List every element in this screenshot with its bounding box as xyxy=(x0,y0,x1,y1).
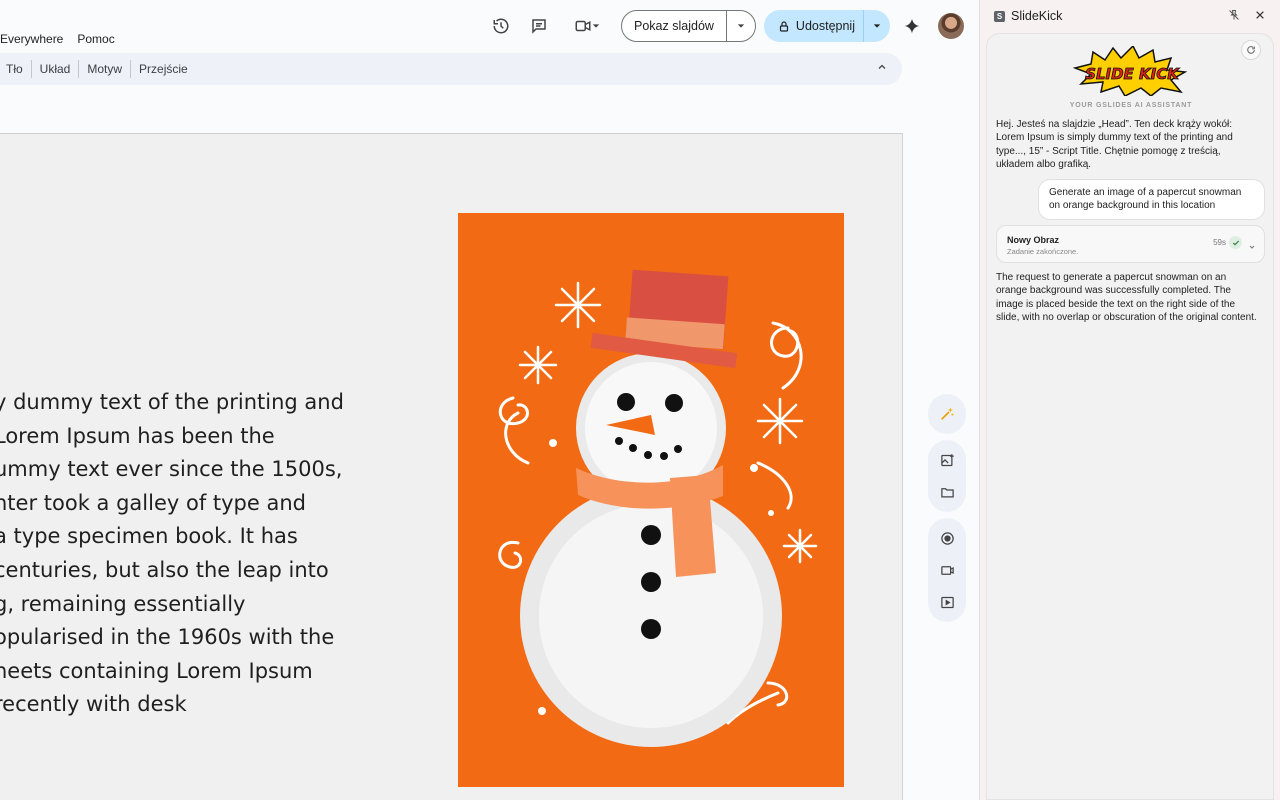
text-line: a type specimen book. It has xyxy=(0,524,298,549)
assistant-message: Hej. Jesteś na slajdzie „Head”. Ten deck… xyxy=(996,119,1233,171)
slide-body-text[interactable]: y dummy text of the printing and Lorem I… xyxy=(0,386,374,722)
play-icon xyxy=(940,596,954,608)
close-panel-button[interactable] xyxy=(1250,9,1270,23)
share-label: Udostępnij xyxy=(795,19,855,33)
camera-button[interactable] xyxy=(928,554,966,586)
brand-text: SLIDE KICK xyxy=(1085,65,1180,83)
text-line: recently with desk xyxy=(0,692,187,717)
text-line: centuries, but also the leap into xyxy=(0,557,329,582)
comment-icon xyxy=(532,19,546,34)
check-icon xyxy=(1229,236,1242,249)
rail-group-media xyxy=(928,518,966,622)
slides-app: Everywhere Pomoc Pokaz slajdów Udostępni… xyxy=(0,0,980,800)
add-image-button[interactable] xyxy=(928,444,966,476)
result-message: The request to generate a papercut snowm… xyxy=(996,272,1257,324)
add-image-icon xyxy=(940,453,954,466)
pin-off-icon xyxy=(1229,9,1239,20)
toolbar-background[interactable]: Tło xyxy=(0,60,31,78)
menu-item-everywhere[interactable]: Everywhere xyxy=(0,30,63,48)
camera-icon xyxy=(940,565,954,575)
snowman-illustration xyxy=(458,213,844,787)
gemini-button[interactable] xyxy=(896,10,928,42)
text-line: y dummy text of the printing and xyxy=(0,390,344,414)
header-actions: Pokaz slajdów Udostępnij xyxy=(485,10,980,42)
gemini-icon xyxy=(904,18,920,34)
refresh-button[interactable] xyxy=(1241,40,1261,60)
share-options-button[interactable] xyxy=(864,10,890,42)
avatar[interactable] xyxy=(938,13,964,39)
share-button[interactable]: Udostępnij xyxy=(764,10,864,42)
text-line: Lorem Ipsum has been the xyxy=(0,423,275,448)
meet-button[interactable] xyxy=(567,10,607,42)
toolbar-transition[interactable]: Przejście xyxy=(130,60,196,78)
chevron-down-icon xyxy=(1249,245,1255,249)
slideshow-options-button[interactable] xyxy=(727,11,755,41)
video-icon xyxy=(575,20,591,32)
chat-area: SLIDE KICK YOUR GSLIDES AI ASSISTANT Hej… xyxy=(986,33,1274,800)
slide-toolbar: Tło Układ Motyw Przejście xyxy=(0,53,902,85)
close-icon xyxy=(1256,11,1264,19)
text-line: g, remaining essentially xyxy=(0,591,246,616)
chevron-down-icon xyxy=(737,24,745,28)
comments-button[interactable] xyxy=(523,10,555,42)
chevron-down-icon xyxy=(592,24,600,28)
menu-bar: Everywhere Pomoc xyxy=(0,30,115,48)
canvas-area: y dummy text of the printing and Lorem I… xyxy=(0,95,980,800)
text-line: ummy text ever since the 1500s, xyxy=(0,457,343,482)
toolbar-layout[interactable]: Układ xyxy=(30,60,79,78)
side-rail xyxy=(928,394,966,628)
slideshow-button[interactable]: Pokaz slajdów xyxy=(622,11,727,41)
lock-icon xyxy=(779,20,789,32)
top-bar: Everywhere Pomoc Pokaz slajdów Udostępni… xyxy=(0,0,980,52)
history-button[interactable] xyxy=(485,10,517,42)
history-icon xyxy=(493,18,509,34)
task-card[interactable]: Nowy Obraz Zadanie zakończone. 59s xyxy=(996,225,1265,263)
text-line: nter took a galley of type and xyxy=(0,490,306,515)
folder-button[interactable] xyxy=(928,476,966,508)
panel-title: SlideKick xyxy=(1011,9,1063,23)
magic-button[interactable] xyxy=(928,398,966,430)
refresh-icon xyxy=(1247,46,1255,54)
rail-group-insert xyxy=(928,440,966,512)
record-icon xyxy=(940,531,954,545)
play-button[interactable] xyxy=(928,586,966,618)
expand-task-button[interactable] xyxy=(1248,238,1256,256)
text-line: opularised in the 1960s with the xyxy=(0,625,335,650)
magic-icon xyxy=(941,407,954,420)
toolbar-theme[interactable]: Motyw xyxy=(78,60,130,78)
task-status: Zadanie zakończone. xyxy=(1007,247,1079,256)
unpin-button[interactable] xyxy=(1224,9,1244,24)
collapse-toolbar-button[interactable] xyxy=(876,61,888,76)
slidekick-brand-logo: SLIDE KICK xyxy=(1073,46,1188,96)
chevron-up-icon xyxy=(878,64,886,69)
user-message: Generate an image of a papercut snowman … xyxy=(1038,179,1265,220)
task-title: Nowy Obraz xyxy=(1007,235,1060,245)
snowman-image[interactable] xyxy=(458,213,844,787)
slide-canvas[interactable]: y dummy text of the printing and Lorem I… xyxy=(0,133,903,800)
rail-group-ai xyxy=(928,394,966,434)
slidekick-panel: S SlideKick SLIDE KICK YOUR GSLIDES AI A… xyxy=(980,0,1280,800)
slideshow-button-group: Pokaz slajdów xyxy=(621,10,756,42)
task-duration: 59s xyxy=(1213,238,1226,247)
slidekick-logo-icon: S xyxy=(994,10,1005,22)
menu-item-help[interactable]: Pomoc xyxy=(77,30,114,48)
chevron-down-icon xyxy=(873,24,881,28)
record-button[interactable] xyxy=(928,522,966,554)
tagline: YOUR GSLIDES AI ASSISTANT xyxy=(1069,102,1193,109)
text-line: heets containing Lorem Ipsum xyxy=(0,658,313,683)
share-button-group: Udostępnij xyxy=(763,10,890,42)
folder-icon xyxy=(940,487,954,497)
panel-header: S SlideKick xyxy=(980,0,1280,32)
